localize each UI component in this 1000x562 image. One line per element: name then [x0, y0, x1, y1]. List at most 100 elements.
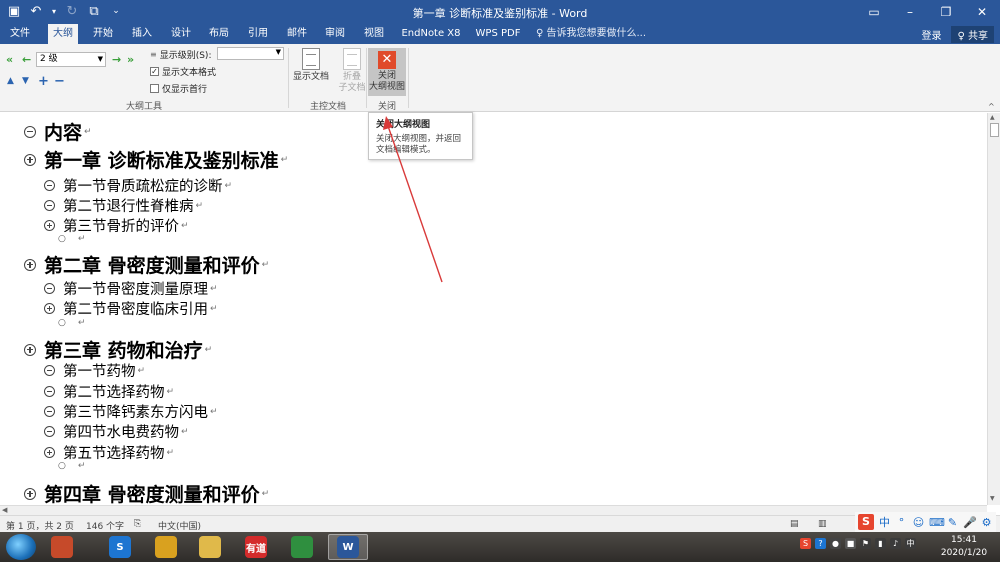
show-document-button[interactable]: 显示文档: [291, 48, 331, 96]
collapse-outline-icon[interactable]: [44, 386, 55, 397]
help-tray-icon[interactable]: ?: [815, 538, 826, 549]
punctuation-icon[interactable]: °: [895, 516, 908, 529]
move-down-icon[interactable]: ▼: [22, 76, 29, 86]
outline-heading-2[interactable]: 第二节选择药物 ↵: [44, 381, 174, 402]
microphone-icon[interactable]: 🎤: [963, 516, 977, 529]
word-count[interactable]: 146 个字: [86, 519, 124, 532]
outline-heading-1[interactable]: 第二章 骨密度测量和评价 ↵: [24, 251, 269, 278]
sogou-ime-icon[interactable]: S: [858, 514, 874, 530]
network-icon[interactable]: ▮: [875, 538, 886, 549]
outline-heading-1[interactable]: 第三章 药物和治疗 ↵: [24, 336, 212, 363]
tab-insert[interactable]: 插入: [127, 24, 157, 44]
collapse-outline-icon[interactable]: [44, 200, 55, 211]
start-button-icon[interactable]: [6, 534, 36, 560]
show-level-select[interactable]: ▼: [217, 47, 284, 60]
outline-heading-2[interactable]: 第二节退行性脊椎病 ↵: [44, 195, 203, 216]
touch-mode-icon[interactable]: ⧉: [86, 3, 102, 19]
scroll-down-icon[interactable]: ▼: [990, 495, 995, 502]
tray-app-icon[interactable]: ●: [830, 538, 841, 549]
undo-icon[interactable]: ↶: [28, 3, 44, 19]
expand-outline-icon[interactable]: [44, 220, 55, 231]
outline-heading-2[interactable]: 第三节降钙素东方闪电 ↵: [44, 401, 218, 422]
flag-icon[interactable]: ⚑: [860, 538, 871, 549]
tab-outline[interactable]: 大纲: [48, 24, 78, 44]
taskbar-app[interactable]: S: [100, 534, 140, 560]
tab-mailings[interactable]: 邮件: [282, 24, 312, 44]
taskbar-app[interactable]: [190, 534, 230, 560]
outline-heading-1[interactable]: 第一章 诊断标准及鉴别标准 ↵: [24, 146, 288, 173]
share-button[interactable]: ♀ 共享: [951, 25, 994, 43]
first-line-only-checkbox[interactable]: 仅显示首行: [150, 82, 207, 95]
outline-heading-2[interactable]: 第二节骨密度临床引用 ↵: [44, 298, 218, 319]
horizontal-scrollbar[interactable]: ◀: [0, 505, 987, 515]
tab-references[interactable]: 引用: [243, 24, 273, 44]
collapse-outline-icon[interactable]: [44, 283, 55, 294]
expand-outline-icon[interactable]: [44, 303, 55, 314]
tell-me-search[interactable]: ♀ 告诉我您想要做什么...: [536, 24, 646, 44]
scroll-left-icon[interactable]: ◀: [2, 506, 7, 514]
tab-home[interactable]: 开始: [88, 24, 118, 44]
chinese-mode-icon[interactable]: 中: [878, 514, 891, 530]
collapse-outline-icon[interactable]: [24, 125, 36, 138]
close-outline-view-button[interactable]: ✕ 关闭 大纲视图: [368, 48, 406, 96]
expand-outline-icon[interactable]: [24, 487, 36, 500]
collapse-outline-icon[interactable]: [44, 180, 55, 191]
taskbar-app[interactable]: W: [328, 534, 368, 560]
demote-to-body-icon[interactable]: »: [127, 53, 134, 66]
promote-to-heading1-icon[interactable]: «: [6, 53, 13, 66]
language-indicator[interactable]: 中文(中国): [158, 519, 201, 532]
page-count[interactable]: 第 1 页，共 2 页: [6, 519, 74, 532]
demote-icon[interactable]: →: [112, 53, 121, 66]
body-text-bullet-icon[interactable]: ○: [58, 234, 66, 244]
outline-heading-2[interactable]: 第一节药物 ↵: [44, 360, 145, 381]
outline-heading-2[interactable]: 第一节骨密度测量原理 ↵: [44, 278, 218, 299]
tab-endnote[interactable]: EndNote X8: [400, 24, 462, 44]
close-icon[interactable]: ✕: [964, 0, 1000, 24]
read-mode-icon[interactable]: ▤: [790, 519, 799, 529]
outline-body-text[interactable]: ○ ↵: [58, 234, 85, 244]
outline-heading-2[interactable]: 第五节选择药物 ↵: [44, 442, 174, 463]
tray-app-icon[interactable]: ■: [845, 538, 856, 549]
collapse-ribbon-icon[interactable]: ^: [988, 102, 995, 111]
collapse-outline-icon[interactable]: [44, 426, 55, 437]
outline-heading-2[interactable]: 第一节骨质疏松症的诊断 ↵: [44, 175, 232, 196]
tab-design[interactable]: 设计: [166, 24, 196, 44]
tab-view[interactable]: 视图: [359, 24, 389, 44]
customize-qat-icon[interactable]: ⌄: [108, 3, 124, 19]
expand-outline-icon[interactable]: [24, 258, 36, 271]
restore-icon[interactable]: ❐: [928, 0, 964, 24]
document-outline-area[interactable]: 内容 ↵ 第一章 诊断标准及鉴别标准 ↵ 第一节骨质疏松症的诊断 ↵ 第二节退行性脊椎病 ↵ 第…: [0, 113, 987, 505]
expand-icon[interactable]: +: [38, 74, 49, 89]
scroll-up-icon[interactable]: ▲: [990, 114, 995, 121]
outline-heading-2[interactable]: 第三节骨折的评价 ↵: [44, 215, 189, 236]
emoji-icon[interactable]: ☺: [912, 516, 925, 529]
volume-icon[interactable]: ♪: [890, 538, 901, 549]
collapse-outline-icon[interactable]: [44, 365, 55, 376]
outline-heading-2[interactable]: 第四节水电费药物 ↵: [44, 421, 189, 442]
vertical-scrollbar[interactable]: ▲ ▼: [987, 113, 1000, 505]
tab-wps-pdf[interactable]: WPS PDF: [470, 24, 526, 44]
settings-icon[interactable]: ⚙: [980, 516, 993, 529]
sogou-tray-icon[interactable]: S: [800, 538, 811, 549]
show-text-format-checkbox[interactable]: ✓ 显示文本格式: [150, 65, 216, 78]
body-text-bullet-icon[interactable]: ○: [58, 318, 66, 328]
handwriting-icon[interactable]: ✎: [946, 516, 959, 529]
taskbar-app[interactable]: 有道: [236, 534, 276, 560]
collapse-outline-icon[interactable]: [44, 406, 55, 417]
collapse-icon[interactable]: −: [54, 74, 65, 89]
ime-tray-icon[interactable]: 中: [905, 538, 916, 549]
taskbar-app[interactable]: [282, 534, 322, 560]
tab-layout[interactable]: 布局: [204, 24, 234, 44]
outline-level-select[interactable]: 2 级 ▼: [36, 52, 106, 67]
expand-outline-icon[interactable]: [24, 343, 36, 356]
save-icon[interactable]: ▣: [6, 3, 22, 19]
tab-file[interactable]: 文件: [6, 24, 34, 44]
promote-icon[interactable]: ←: [22, 53, 31, 66]
ribbon-display-options-icon[interactable]: ▭: [856, 0, 892, 24]
sign-in-link[interactable]: 登录: [921, 27, 941, 42]
taskbar-app[interactable]: [42, 534, 82, 560]
move-up-icon[interactable]: ▲: [7, 76, 14, 86]
scroll-thumb[interactable]: [990, 123, 999, 137]
redo-icon[interactable]: ↻: [64, 3, 80, 19]
print-layout-icon[interactable]: ▥: [818, 519, 827, 529]
